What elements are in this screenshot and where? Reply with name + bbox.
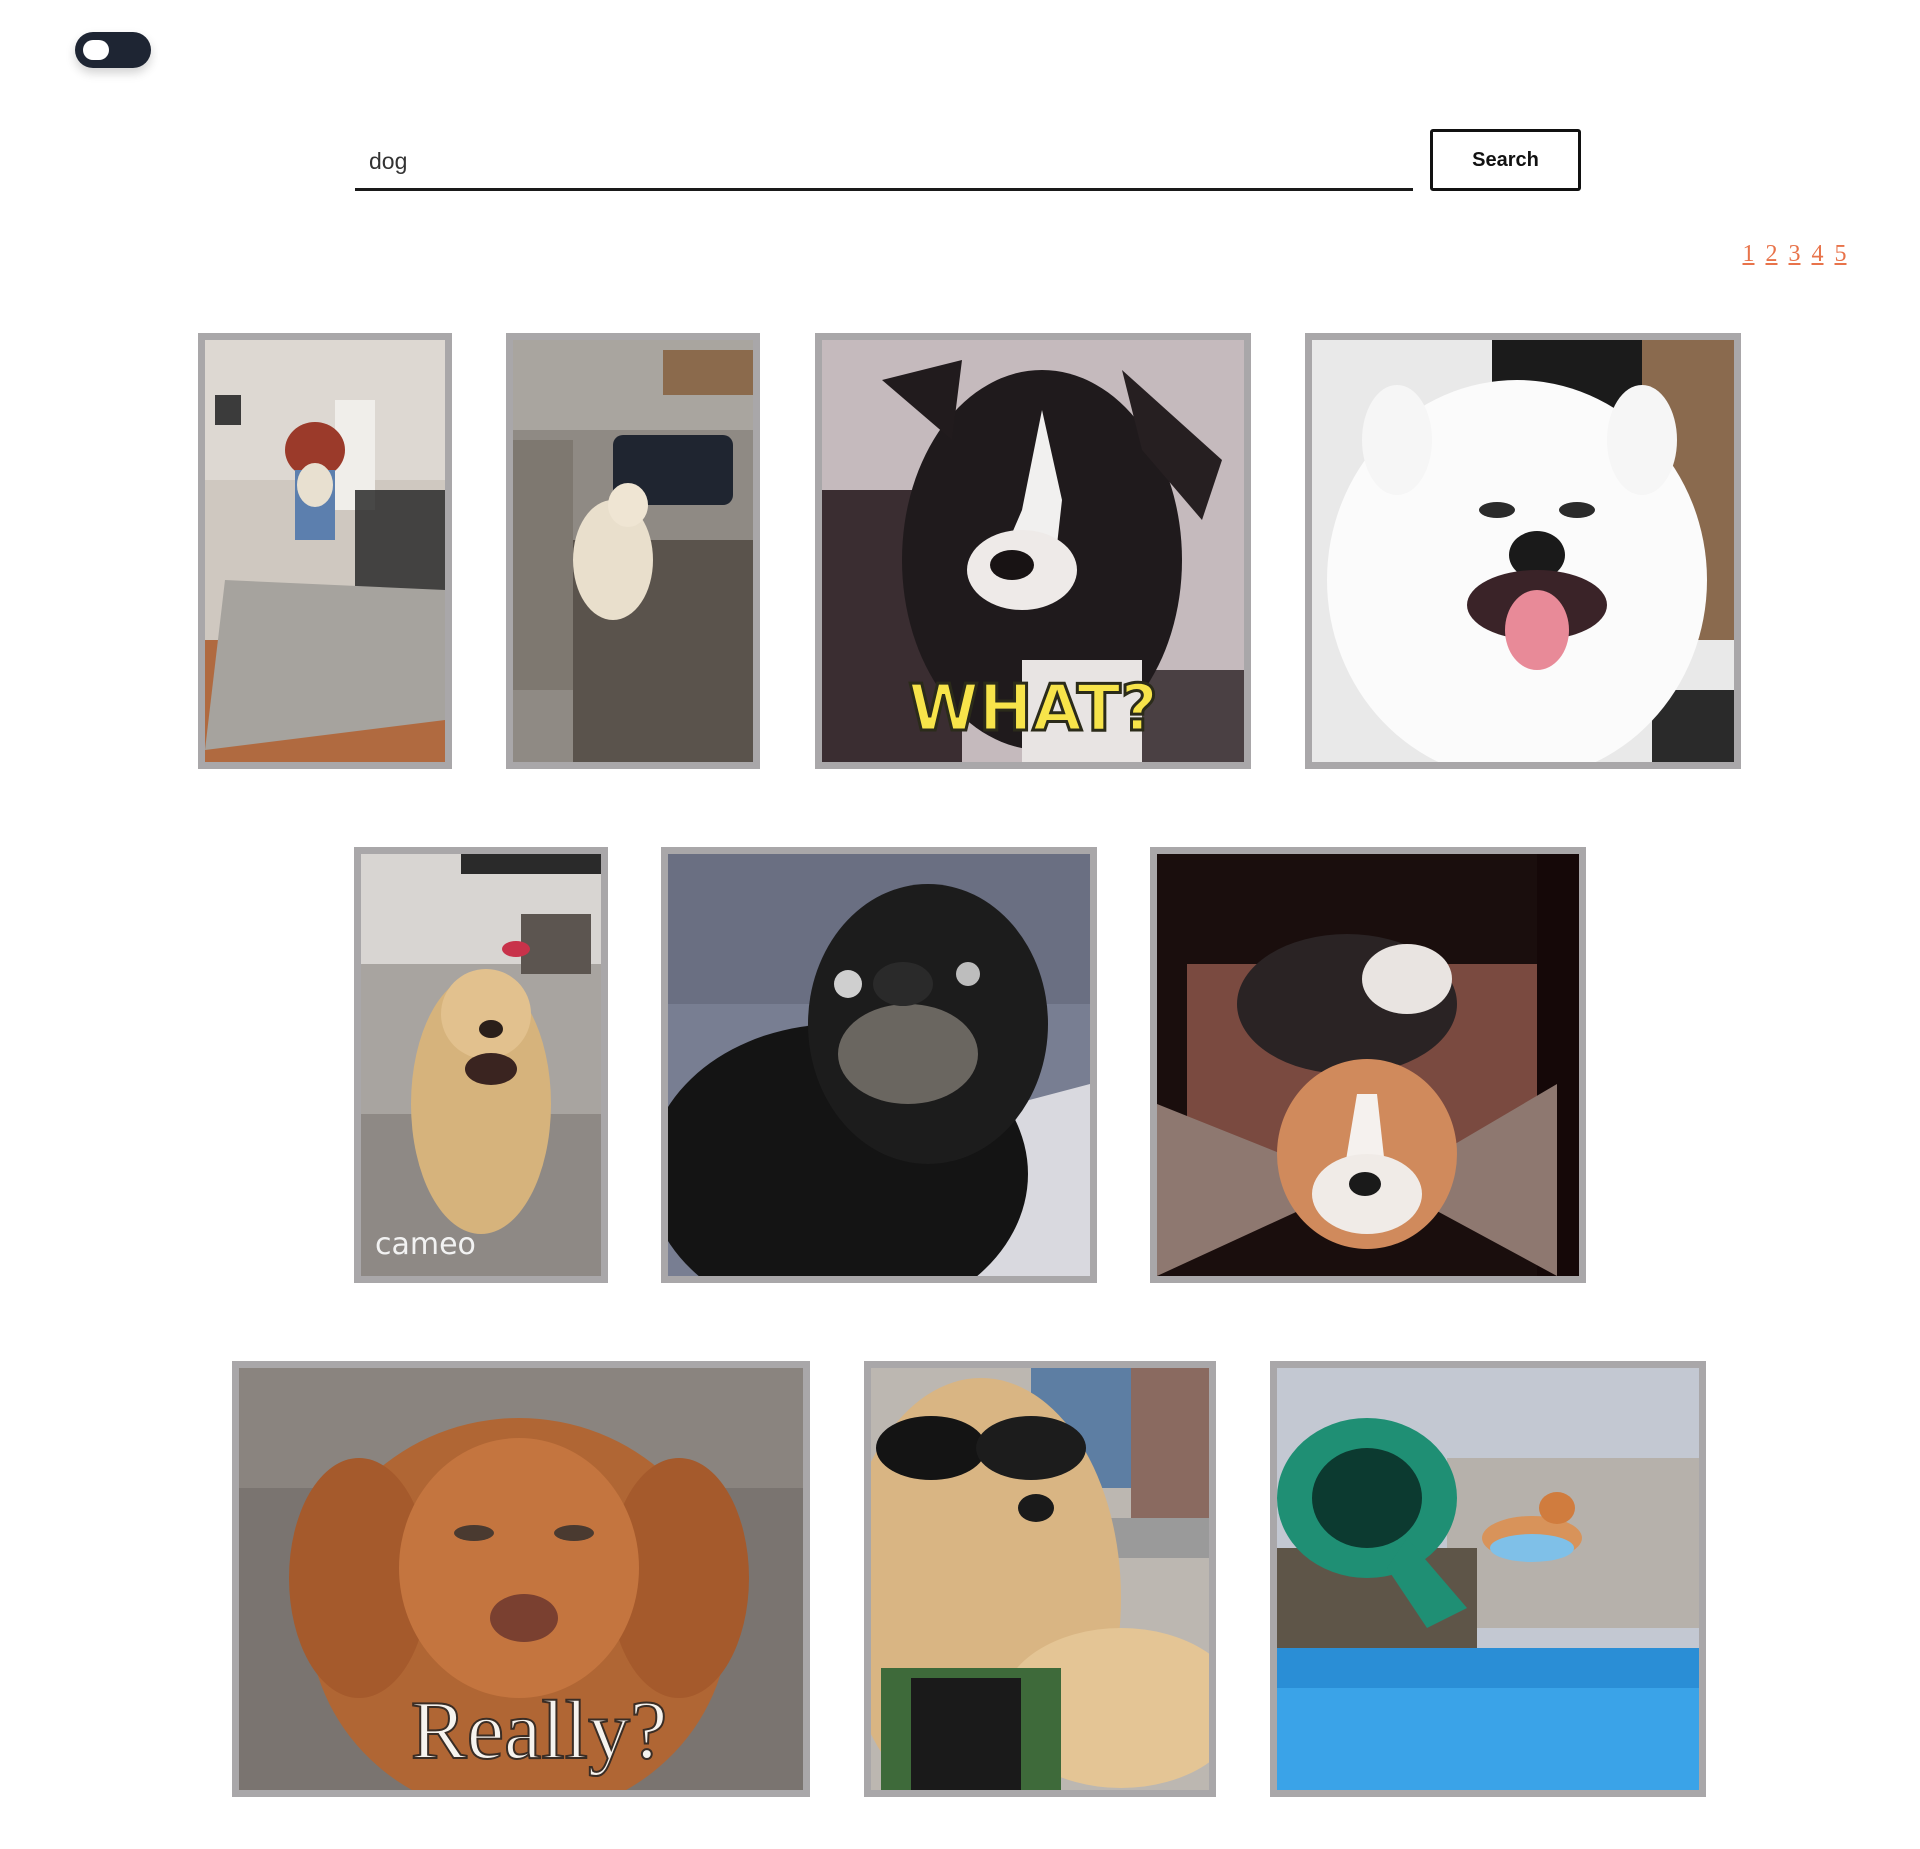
gif-overlay-text: WHAT? — [908, 672, 1158, 746]
pagination: 1 2 3 4 5 — [1740, 241, 1849, 268]
gif-result[interactable] — [506, 333, 760, 769]
gif-result[interactable] — [1270, 1361, 1706, 1797]
gif-result[interactable] — [1150, 847, 1586, 1283]
gif-result[interactable]: Really? — [232, 1361, 810, 1797]
gif-image — [668, 854, 1090, 1276]
gif-search-page: Search 1 2 3 4 5 — [0, 0, 1920, 1849]
gif-result[interactable] — [661, 847, 1097, 1283]
page-link-4[interactable]: 4 — [1809, 241, 1826, 268]
gif-overlay-text: cameo — [375, 1227, 476, 1262]
gif-result[interactable]: cameo — [354, 847, 608, 1283]
gif-image — [1157, 854, 1579, 1276]
gif-image: Really? — [239, 1368, 803, 1790]
toggle-knob — [83, 40, 109, 60]
gif-image — [1277, 1368, 1699, 1790]
gif-image — [1312, 340, 1734, 762]
page-link-1[interactable]: 1 — [1740, 241, 1757, 268]
gif-image — [871, 1368, 1209, 1790]
gif-image — [205, 340, 445, 762]
search-input[interactable] — [355, 135, 1413, 191]
gif-result[interactable] — [1305, 333, 1741, 769]
page-link-2[interactable]: 2 — [1763, 241, 1780, 268]
gif-image: WHAT? — [822, 340, 1244, 762]
theme-toggle[interactable] — [75, 32, 151, 68]
gif-image: cameo — [361, 854, 601, 1276]
gif-image — [513, 340, 753, 762]
search-button[interactable]: Search — [1430, 129, 1581, 191]
gif-result[interactable] — [198, 333, 452, 769]
gif-result[interactable] — [864, 1361, 1216, 1797]
gif-overlay-text: Really? — [411, 1684, 668, 1777]
page-link-5[interactable]: 5 — [1832, 241, 1849, 268]
page-link-3[interactable]: 3 — [1786, 241, 1803, 268]
gif-result[interactable]: WHAT? — [815, 333, 1251, 769]
